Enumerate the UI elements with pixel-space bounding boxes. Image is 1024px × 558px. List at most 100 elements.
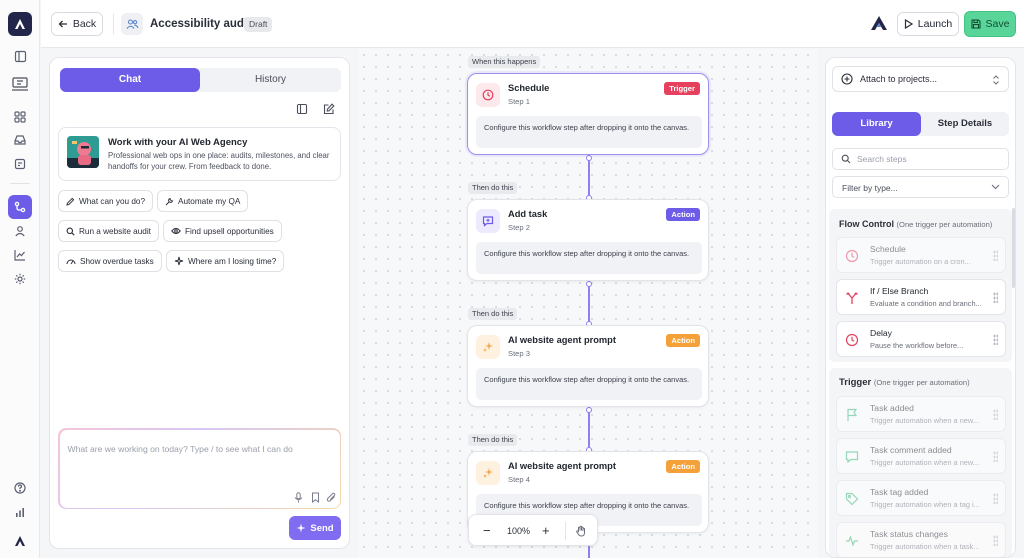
section-title: Flow Control (839, 219, 894, 229)
item-subtitle: Evaluate a condition and branch... (870, 299, 982, 308)
library-item-if-else[interactable]: If / Else Branch Evaluate a condition an… (836, 279, 1006, 315)
brand-mark-icon[interactable] (8, 529, 32, 553)
gauge-icon (66, 259, 76, 265)
search-icon (841, 154, 851, 164)
drag-handle-icon[interactable] (993, 292, 998, 303)
grid-icon[interactable] (8, 105, 32, 129)
divider (565, 522, 566, 540)
library-item-task-comment-added[interactable]: Task comment added Trigger automation wh… (836, 438, 1006, 474)
clock-icon (845, 249, 859, 263)
connector-handle[interactable] (586, 407, 592, 413)
launch-button[interactable]: Launch (897, 12, 959, 36)
library-item-schedule[interactable]: Schedule Trigger automation on a cron... (836, 237, 1006, 273)
node-step: Step 2 (508, 223, 530, 232)
sidebar-toggle-icon[interactable] (8, 44, 32, 68)
step-group-label: When this happens (468, 56, 541, 68)
microphone-icon[interactable] (293, 491, 304, 503)
dashboard-icon[interactable] (8, 72, 32, 96)
tab-step-details[interactable]: Step Details (921, 112, 1009, 136)
help-icon[interactable] (8, 476, 32, 500)
node-title: AI website agent prompt (508, 335, 616, 345)
item-title: Task added (870, 403, 914, 413)
chat-tabs: Chat History (60, 68, 341, 92)
panel-toggle-icon[interactable] (296, 103, 310, 117)
new-chat-icon[interactable] (323, 103, 337, 117)
connector-handle[interactable] (586, 155, 592, 161)
tab-library[interactable]: Library (832, 112, 921, 136)
hand-pan-icon[interactable] (575, 525, 587, 537)
node-title: Add task (508, 209, 548, 219)
suggestion-chip[interactable]: Find upsell opportunities (163, 220, 282, 242)
settings-gear-icon[interactable] (8, 267, 32, 291)
drag-handle-icon[interactable] (993, 493, 998, 504)
back-button[interactable]: Back (51, 12, 103, 36)
attach-projects-select[interactable]: Attach to projects... (832, 66, 1009, 92)
drag-handle-icon[interactable] (993, 409, 998, 420)
send-button[interactable]: Send (289, 516, 341, 540)
zoom-out-button[interactable]: − (483, 515, 491, 547)
suggestion-chip[interactable]: Run a website audit (58, 220, 159, 242)
chat-composer[interactable]: What are we working on today? Type / to … (58, 428, 341, 509)
drag-handle-icon[interactable] (993, 250, 998, 261)
attachment-paperclip-icon[interactable] (326, 492, 337, 503)
library-scrollbar[interactable] (1012, 208, 1015, 288)
divider (113, 14, 114, 34)
workflow-canvas[interactable]: When this happens Schedule Step 1 Trigge… (358, 49, 818, 558)
pulse-icon (846, 535, 858, 547)
save-label: Save (985, 18, 1010, 30)
item-subtitle: Trigger automation when a new... (870, 416, 980, 425)
suggestion-label: What can you do? (79, 196, 145, 206)
connector-handle[interactable] (586, 281, 592, 287)
suggestion-chip[interactable]: Automate my QA (157, 190, 249, 212)
suggestion-label: Find upsell opportunities (185, 226, 274, 236)
agency-card-description: Professional web ops in one place: audit… (108, 151, 330, 171)
launch-label: Launch (917, 18, 953, 30)
automations-icon[interactable] (8, 195, 32, 219)
drag-handle-icon[interactable] (993, 451, 998, 462)
save-button[interactable]: Save (964, 11, 1016, 37)
suggestion-chip[interactable]: Show overdue tasks (58, 250, 162, 272)
node-step: Step 4 (508, 475, 530, 484)
send-label: Send (310, 522, 334, 534)
floppy-disk-icon (970, 19, 981, 29)
app-logo[interactable] (8, 12, 32, 36)
user-icon[interactable] (8, 219, 32, 243)
flag-icon (847, 408, 858, 421)
composer-placeholder[interactable]: What are we working on today? Type / to … (68, 444, 293, 454)
search-steps-input[interactable]: Search steps (832, 148, 1009, 170)
suggestion-label: Where am I losing time? (188, 256, 277, 266)
library-item-delay[interactable]: Delay Pause the workflow before... (836, 321, 1006, 357)
sparkle-icon (476, 335, 500, 359)
filter-type-select[interactable]: Filter by type... (832, 176, 1009, 198)
comment-icon (845, 451, 859, 464)
library-item-task-added[interactable]: Task added Trigger automation when a new… (836, 396, 1006, 432)
tab-history[interactable]: History (200, 68, 341, 92)
node-description: Configure this workflow step after dropp… (476, 116, 702, 148)
drag-handle-icon[interactable] (993, 535, 998, 546)
suggestion-chip[interactable]: Where am I losing time? (166, 250, 285, 272)
section-title: Trigger (839, 377, 872, 388)
usage-bars-icon[interactable] (8, 500, 32, 524)
calendar-icon[interactable] (8, 152, 32, 176)
library-item-task-status-changes[interactable]: Task status changes Trigger automation w… (836, 522, 1006, 557)
library-tabs: Library Step Details (832, 112, 1009, 136)
tab-chat[interactable]: Chat (60, 68, 200, 92)
workflow-node-add-task[interactable]: Add task Step 2 Action Configure this wo… (467, 199, 709, 281)
chevron-updown-icon (993, 75, 999, 85)
workflow-node-ai-prompt[interactable]: AI website agent prompt Step 3 Action Co… (467, 325, 709, 407)
workflow-node-schedule[interactable]: Schedule Step 1 Trigger Configure this w… (467, 73, 709, 155)
trigger-section: Trigger (One trigger per automation) Tas… (829, 368, 1012, 557)
item-title: Task tag added (870, 487, 929, 497)
zoom-in-button[interactable]: + (542, 515, 550, 547)
play-icon (904, 19, 913, 29)
left-rail (0, 0, 40, 558)
agency-card[interactable]: Work with your AI Web Agency Professiona… (58, 127, 341, 181)
item-title: Delay (870, 328, 892, 338)
inbox-icon[interactable] (8, 128, 32, 152)
library-item-task-tag-added[interactable]: Task tag added Trigger automation when a… (836, 480, 1006, 516)
suggestion-chip[interactable]: What can you do? (58, 190, 153, 212)
drag-handle-icon[interactable] (993, 334, 998, 345)
bookmark-icon[interactable] (310, 492, 321, 503)
analytics-icon[interactable] (8, 243, 32, 267)
section-note: (One trigger per automation) (896, 220, 993, 229)
